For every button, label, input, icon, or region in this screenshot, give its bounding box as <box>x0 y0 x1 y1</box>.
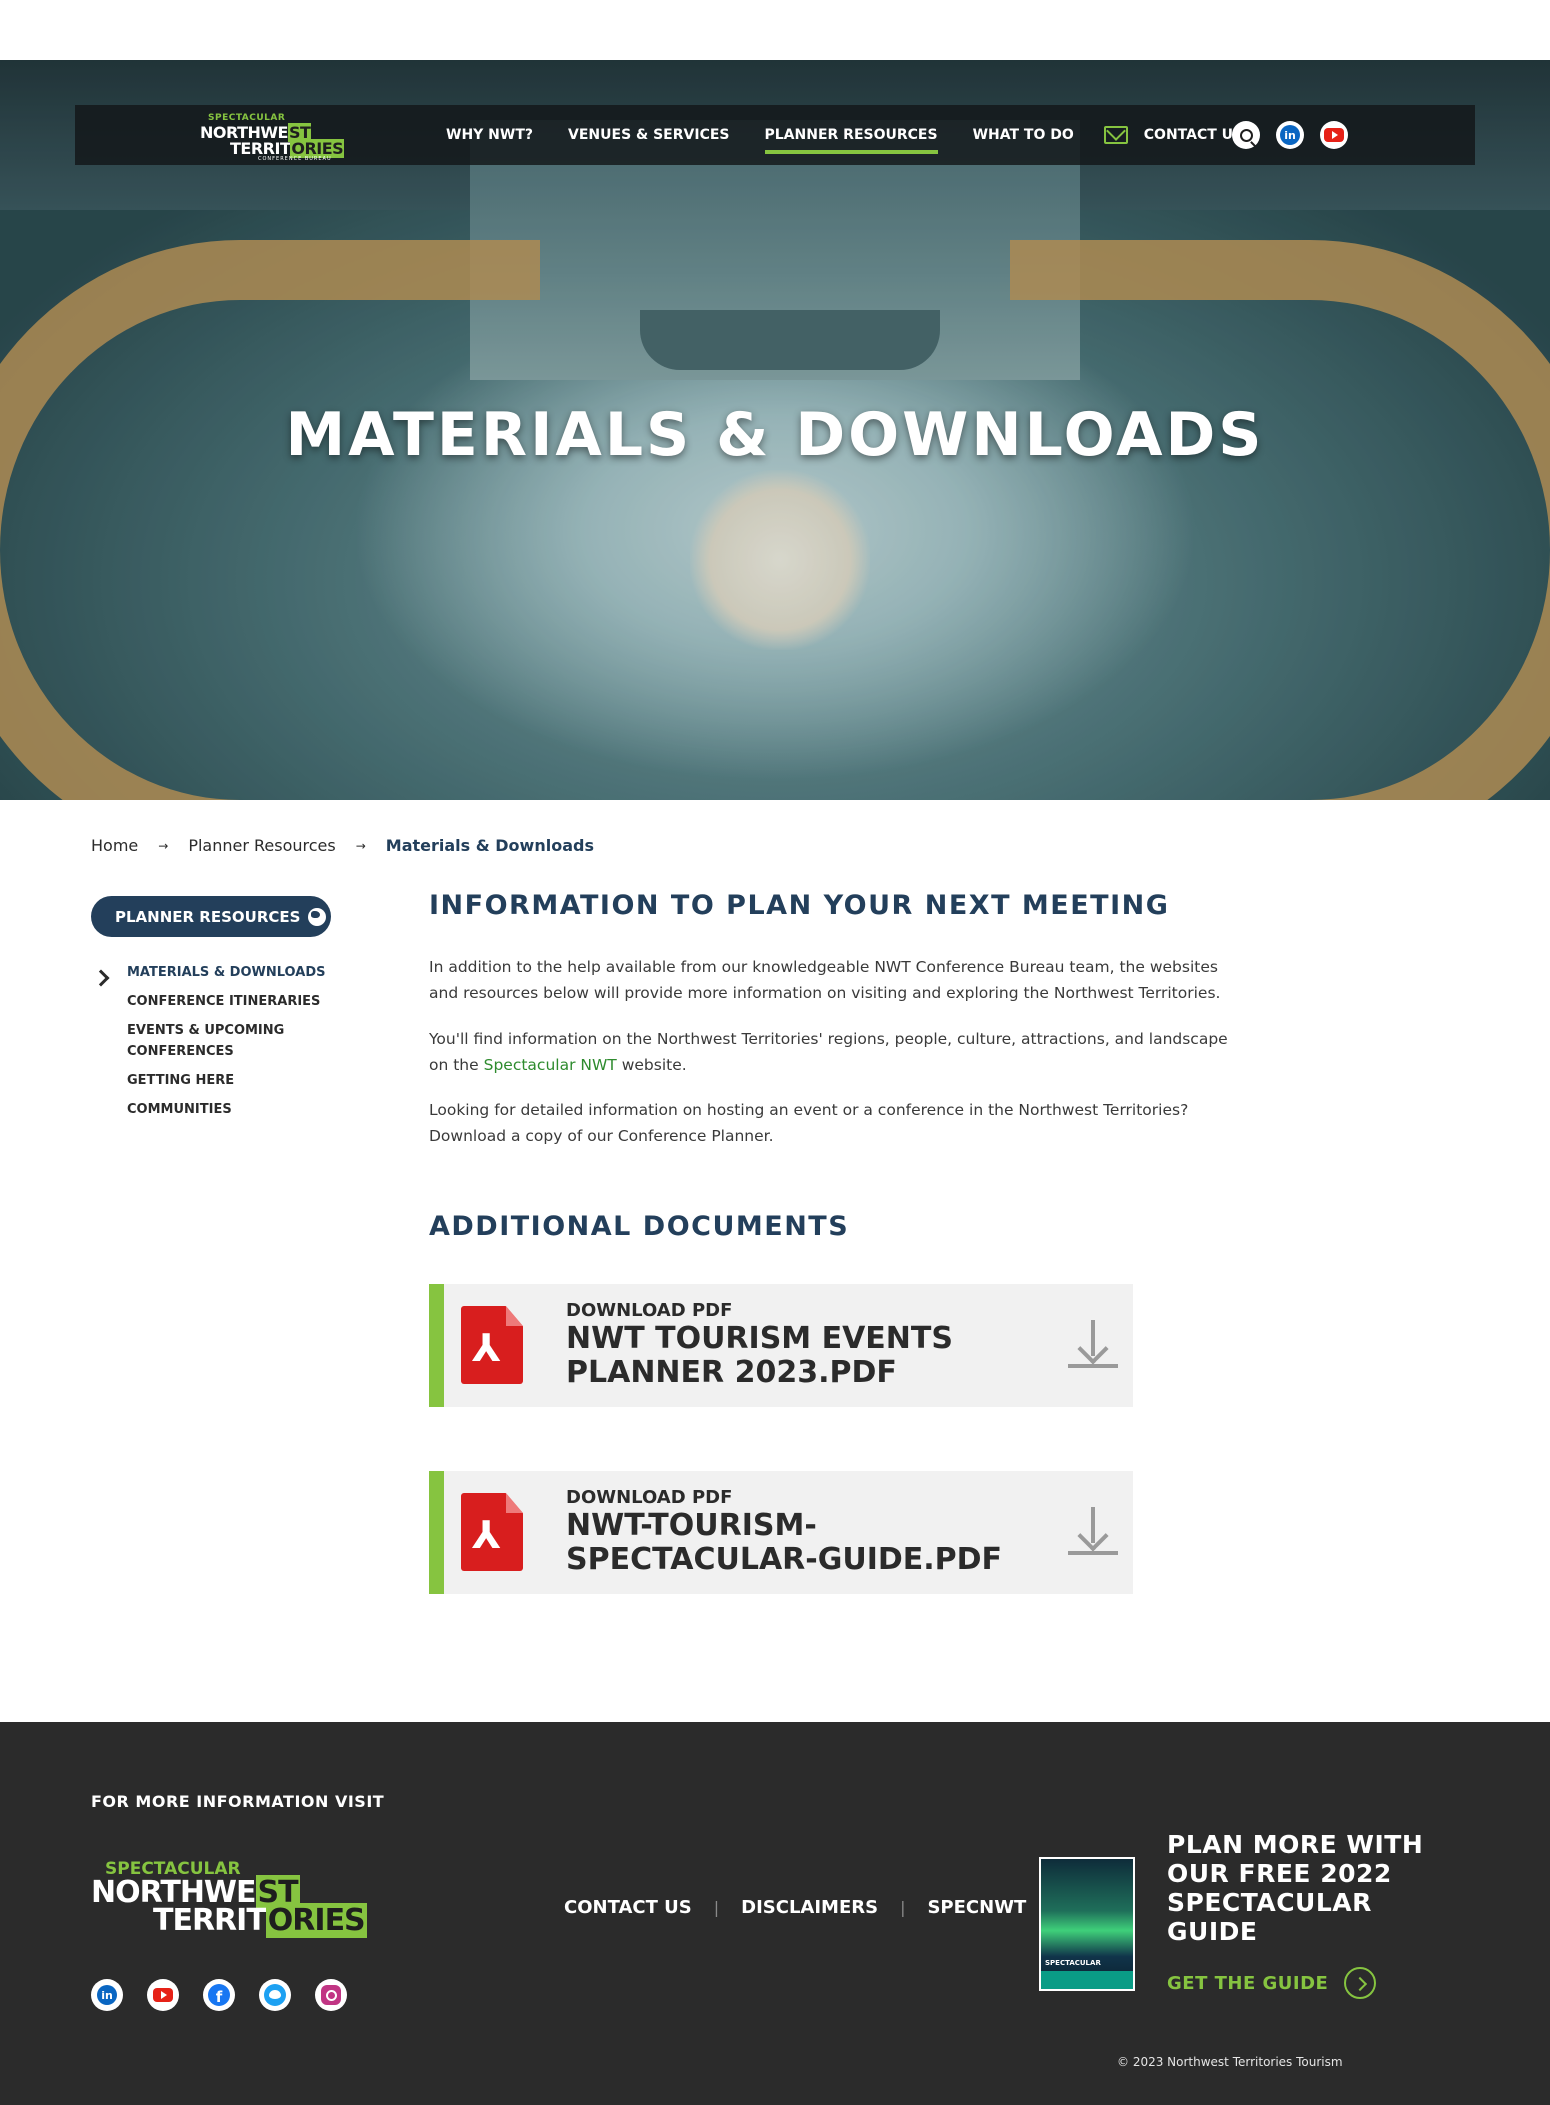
footer-separator: | <box>900 1898 906 1917</box>
page-title: MATERIALS & DOWNLOADS <box>285 400 1265 470</box>
guide-cover-title: SPECTACULAR <box>1045 1959 1101 1967</box>
info-paragraph: You'll find information on the Northwest… <box>429 1030 1228 1074</box>
instagram-icon[interactable] <box>315 1979 347 2011</box>
nav-links: WHY NWT? VENUES & SERVICES PLANNER RESOU… <box>446 105 1278 165</box>
twitter-icon[interactable] <box>259 1979 291 2011</box>
arrow-right-icon: → <box>355 838 366 853</box>
nav-contact-us[interactable]: CONTACT US <box>1144 105 1243 165</box>
footer-separator: | <box>713 1898 720 1917</box>
planner-paragraph: Looking for detailed information on host… <box>429 1101 1189 1145</box>
chevron-right-icon <box>92 969 110 987</box>
footer-title: FOR MORE INFORMATION VISIT <box>91 1792 385 1811</box>
guide-cover-band <box>1041 1971 1133 1989</box>
nav-icons: in <box>1232 121 1364 149</box>
hero-banner: MATERIALS & DOWNLOADS <box>0 60 1550 800</box>
facebook-icon[interactable]: f <box>203 1979 235 2011</box>
document-title: NWT-TOURISM-SPECTACULAR-GUIDE.PDF <box>566 1508 1003 1577</box>
youtube-icon[interactable] <box>147 1979 179 2011</box>
pdf-fold <box>506 1306 523 1326</box>
guide-promo-heading: PLAN MORE WITH OUR FREE 2022 SPECTACULAR… <box>1167 1830 1424 1946</box>
planner-resources-label: PLANNER RESOURCES <box>115 907 301 926</box>
footer-disclaimers[interactable]: DISCLAIMERS <box>741 1897 878 1918</box>
sidebar-item-getting-here[interactable]: GETTING HERE <box>127 1070 327 1091</box>
copyright: © 2023 Northwest Territories Tourism <box>1117 2055 1343 2069</box>
footer-specnwt[interactable]: SPECNWT <box>927 1897 1026 1918</box>
document-card[interactable]: ⅄ DOWNLOAD PDF NWT-TOURISM-SPECTACULAR-G… <box>429 1471 1133 1594</box>
acrobat-icon: ⅄ <box>472 1513 501 1557</box>
site-logo[interactable]: SPECTACULAR NORTHWEST TERRITORIES CONFER… <box>200 111 345 162</box>
nav-planner-resources[interactable]: PLANNER RESOURCES <box>764 105 938 165</box>
search-icon[interactable] <box>1232 121 1260 149</box>
breadcrumb-current: Materials & Downloads <box>385 836 594 855</box>
footer-logo-line3: TERRITORIES <box>153 1903 367 1938</box>
globe-icon <box>308 907 327 926</box>
sidebar-item-communities[interactable]: COMMUNITIES <box>127 1099 327 1120</box>
nav-venues-services[interactable]: VENUES & SERVICES <box>568 105 729 165</box>
footer-logo[interactable]: SPECTACULAR NORTHWEST TERRITORIES <box>91 1859 367 1939</box>
guide-cover-image[interactable]: SPECTACULAR <box>1039 1857 1135 1991</box>
youtube-icon[interactable] <box>1320 121 1348 149</box>
sidebar-item-events-conferences[interactable]: EVENTS & UPCOMING CONFERENCES <box>127 1020 327 1062</box>
section-heading-documents: ADDITIONAL DOCUMENTS <box>429 1211 850 1242</box>
nav-why-nwt[interactable]: WHY NWT? <box>446 105 533 165</box>
footer-contact-us[interactable]: CONTACT US <box>564 1897 692 1918</box>
document-title: NWT TOURISM EVENTS PLANNER 2023.PDF <box>566 1321 953 1390</box>
breadcrumb: Home → Planner Resources → Materials & D… <box>91 836 594 855</box>
logo-line1: SPECTACULAR <box>208 113 286 123</box>
sidebar-item-materials-downloads[interactable]: MATERIALS & DOWNLOADS <box>127 962 327 983</box>
download-icon[interactable] <box>1068 1320 1118 1370</box>
main-nav: SPECTACULAR NORTHWEST TERRITORIES CONFER… <box>75 105 1475 165</box>
acrobat-icon: ⅄ <box>472 1326 501 1370</box>
nav-what-to-do[interactable]: WHAT TO DO <box>973 105 1074 165</box>
breadcrumb-planner-resources[interactable]: Planner Resources <box>188 836 335 855</box>
sidebar-item-conference-itineraries[interactable]: CONFERENCE ITINERARIES <box>127 991 327 1012</box>
get-the-guide-label: GET THE GUIDE <box>1167 1972 1329 1994</box>
pdf-fold <box>506 1493 523 1513</box>
logo-line4: CONFERENCE BUREAU <box>258 156 332 162</box>
footer-social: in f <box>91 1979 371 2011</box>
footer-links: CONTACT US | DISCLAIMERS | SPECNWT <box>564 1897 1026 1918</box>
mail-icon[interactable] <box>1103 126 1128 144</box>
site-footer: FOR MORE INFORMATION VISIT SPECTACULAR N… <box>0 1722 1550 2105</box>
download-icon[interactable] <box>1068 1507 1118 1557</box>
section-heading-plan: INFORMATION TO PLAN YOUR NEXT MEETING <box>429 890 1170 921</box>
get-the-guide-link[interactable]: GET THE GUIDE <box>1167 1967 1377 1999</box>
spectacular-nwt-link[interactable]: Spectacular NWT <box>484 1056 617 1074</box>
arrow-right-icon: → <box>158 838 169 853</box>
document-card[interactable]: ⅄ DOWNLOAD PDF NWT TOURISM EVENTS PLANNE… <box>429 1284 1133 1407</box>
arrow-circle-right-icon <box>1344 1967 1377 1999</box>
linkedin-icon[interactable]: in <box>91 1979 123 2011</box>
linkedin-icon[interactable]: in <box>1276 121 1304 149</box>
main-content: INFORMATION TO PLAN YOUR NEXT MEETING In… <box>429 890 1229 1242</box>
planner-resources-button[interactable]: PLANNER RESOURCES <box>91 896 331 937</box>
intro-paragraph: In addition to the help available from o… <box>429 958 1221 1002</box>
document-kicker: DOWNLOAD PDF <box>566 1487 733 1508</box>
breadcrumb-home[interactable]: Home <box>91 836 138 855</box>
sidebar-nav: MATERIALS & DOWNLOADS CONFERENCE ITINERA… <box>127 962 327 1128</box>
document-kicker: DOWNLOAD PDF <box>566 1300 733 1321</box>
